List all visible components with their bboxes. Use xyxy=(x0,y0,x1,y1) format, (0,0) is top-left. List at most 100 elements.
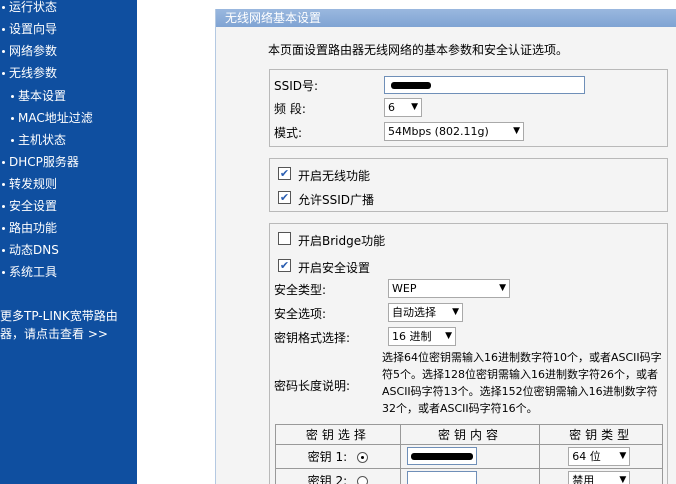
sidebar-item-dhcp[interactable]: DHCP服务器 xyxy=(0,152,79,172)
bridge-checkbox[interactable] xyxy=(278,232,291,245)
channel-select[interactable]: 6 ▼ xyxy=(384,98,422,117)
security-label: 开启安全设置 xyxy=(298,261,371,275)
main-panel: 无线网络基本设置 本页面设置路由器无线网络的基本参数和安全认证选项。 SSID号… xyxy=(215,9,676,484)
key-length-label: 密码长度说明: xyxy=(274,379,351,393)
enable-wireless-checkbox[interactable]: ✔ xyxy=(278,167,291,180)
col-key-content: 密钥内容 xyxy=(399,424,541,445)
security-option-select[interactable]: 自动选择 ▼ xyxy=(388,303,463,322)
sidebar-item-label: 网络参数 xyxy=(9,44,58,58)
sidebar-item-label: MAC地址过滤 xyxy=(18,111,93,125)
key-1-label: 密钥 1: xyxy=(307,450,348,464)
checkmark-icon: ✔ xyxy=(279,191,290,204)
sidebar-item-ddns[interactable]: 动态DNS xyxy=(0,240,59,260)
sidebar-item-label: 主机状态 xyxy=(18,133,67,147)
bridge-label: 开启Bridge功能 xyxy=(298,234,386,248)
key-1-type-cell: 64 位 ▼ xyxy=(539,444,663,469)
promo-line-1: 更多TP-LINK宽带路由 xyxy=(0,309,118,323)
intro-text: 本页面设置路由器无线网络的基本参数和安全认证选项。 xyxy=(268,43,569,57)
bullet-icon xyxy=(11,139,14,142)
bullet-icon xyxy=(11,95,14,98)
chevron-down-icon: ▼ xyxy=(619,475,627,484)
key-2-radio[interactable] xyxy=(357,476,368,484)
security-option-value: 自动选择 xyxy=(392,306,436,319)
key-length-description: 选择64位密钥需输入16进制数字符10个，或者ASCII码字符5个。选择128位… xyxy=(382,351,662,415)
bullet-icon xyxy=(2,183,5,186)
redacted-ssid xyxy=(391,82,431,89)
promo-line-2: 器，请点击查看 >> xyxy=(0,327,108,341)
col-key-select: 密钥选择 xyxy=(275,424,401,445)
sidebar-item-label: 转发规则 xyxy=(9,177,58,191)
bullet-icon xyxy=(2,28,5,31)
channel-value: 6 xyxy=(388,101,395,114)
sidebar: 运行状态 设置向导 网络参数 无线参数 基本设置 MAC地址过滤 主机状态 DH… xyxy=(0,0,137,484)
bullet-icon xyxy=(2,271,5,274)
bullet-icon xyxy=(2,72,5,75)
ssid-label: SSID号: xyxy=(274,79,319,93)
chevron-down-icon: ▼ xyxy=(445,331,452,341)
sidebar-item-label: 无线参数 xyxy=(9,66,58,80)
bullet-icon xyxy=(2,227,5,230)
sidebar-item-status[interactable]: 运行状态 xyxy=(0,0,57,17)
channel-label: 频 段: xyxy=(274,102,306,116)
sidebar-item-label: 路由功能 xyxy=(9,221,58,235)
ssid-broadcast-label: 允许SSID广播 xyxy=(298,193,375,207)
security-option-label: 安全选项: xyxy=(274,307,327,321)
chevron-down-icon: ▼ xyxy=(452,307,459,317)
ssid-broadcast-checkbox[interactable]: ✔ xyxy=(278,191,291,204)
bullet-icon xyxy=(11,117,14,120)
bullet-icon xyxy=(2,6,5,9)
sidebar-item-security[interactable]: 安全设置 xyxy=(0,196,57,216)
redacted-key xyxy=(410,453,473,460)
sidebar-item-label: 基本设置 xyxy=(18,89,67,103)
sidebar-item-network[interactable]: 网络参数 xyxy=(0,41,57,61)
key-2-type-select[interactable]: 禁用 ▼ xyxy=(568,471,631,484)
sidebar-item-mac-filter[interactable]: MAC地址过滤 xyxy=(0,108,93,128)
bullet-icon xyxy=(2,50,5,53)
key-1-radio[interactable] xyxy=(357,452,368,463)
col-key-type: 密钥类型 xyxy=(539,424,663,445)
security-checkbox[interactable]: ✔ xyxy=(278,259,291,272)
table-row: 密钥 2: 禁用 ▼ xyxy=(275,468,663,484)
chevron-down-icon: ▼ xyxy=(411,102,418,112)
enable-wireless-label: 开启无线功能 xyxy=(298,169,371,183)
key-format-label: 密钥格式选择: xyxy=(274,331,351,345)
chevron-down-icon: ▼ xyxy=(619,451,627,461)
sidebar-item-host-status[interactable]: 主机状态 xyxy=(0,130,66,150)
sidebar-item-wireless[interactable]: 无线参数 xyxy=(0,63,57,83)
chevron-down-icon: ▼ xyxy=(513,126,520,136)
security-type-label: 安全类型: xyxy=(274,283,327,297)
key-1-select-cell: 密钥 1: xyxy=(275,444,401,469)
key-1-content-cell xyxy=(399,444,541,469)
sidebar-item-label: 运行状态 xyxy=(9,0,58,14)
sidebar-item-label: 系统工具 xyxy=(9,265,58,279)
key-2-type-cell: 禁用 ▼ xyxy=(539,468,663,484)
checkmark-icon: ✔ xyxy=(279,167,290,180)
wireless-toggle-group: ✔ 开启无线功能 ✔ 允许SSID广播 xyxy=(269,158,668,212)
mode-label: 模式: xyxy=(274,126,303,140)
key-2-input[interactable] xyxy=(406,471,477,484)
sidebar-item-forwarding[interactable]: 转发规则 xyxy=(0,174,57,194)
mode-select[interactable]: 54Mbps (802.11g) ▼ xyxy=(384,122,524,141)
sidebar-item-wizard[interactable]: 设置向导 xyxy=(0,19,57,39)
key-format-value: 16 进制 xyxy=(392,330,432,343)
spacer xyxy=(137,0,215,484)
key-format-select[interactable]: 16 进制 ▼ xyxy=(388,327,456,346)
sidebar-item-label: 动态DNS xyxy=(9,243,59,257)
sidebar-item-routing[interactable]: 路由功能 xyxy=(0,218,57,238)
promo-link[interactable]: 更多TP-LINK宽带路由 器，请点击查看 >> xyxy=(0,307,137,343)
security-group: 开启Bridge功能 ✔ 开启安全设置 安全类型: WEP ▼ 安全选项: 自动… xyxy=(269,223,668,484)
security-type-select[interactable]: WEP ▼ xyxy=(388,279,510,298)
checkmark-icon: ✔ xyxy=(279,259,290,272)
mode-value: 54Mbps (802.11g) xyxy=(388,125,489,138)
key-1-type-value: 64 位 xyxy=(572,450,601,463)
bullet-icon xyxy=(2,161,5,164)
key-2-content-cell xyxy=(399,468,541,484)
key-2-type-value: 禁用 xyxy=(572,474,595,484)
key-1-type-select[interactable]: 64 位 ▼ xyxy=(568,447,631,466)
sidebar-item-system-tools[interactable]: 系统工具 xyxy=(0,262,57,282)
key-2-label: 密钥 2: xyxy=(307,474,348,484)
bullet-icon xyxy=(2,249,5,252)
sidebar-item-basic-settings[interactable]: 基本设置 xyxy=(0,86,66,106)
basic-settings-group: SSID号: 频 段: 6 ▼ 模式: 54Mbps (802.11g) ▼ xyxy=(269,69,668,147)
security-type-value: WEP xyxy=(392,282,417,295)
